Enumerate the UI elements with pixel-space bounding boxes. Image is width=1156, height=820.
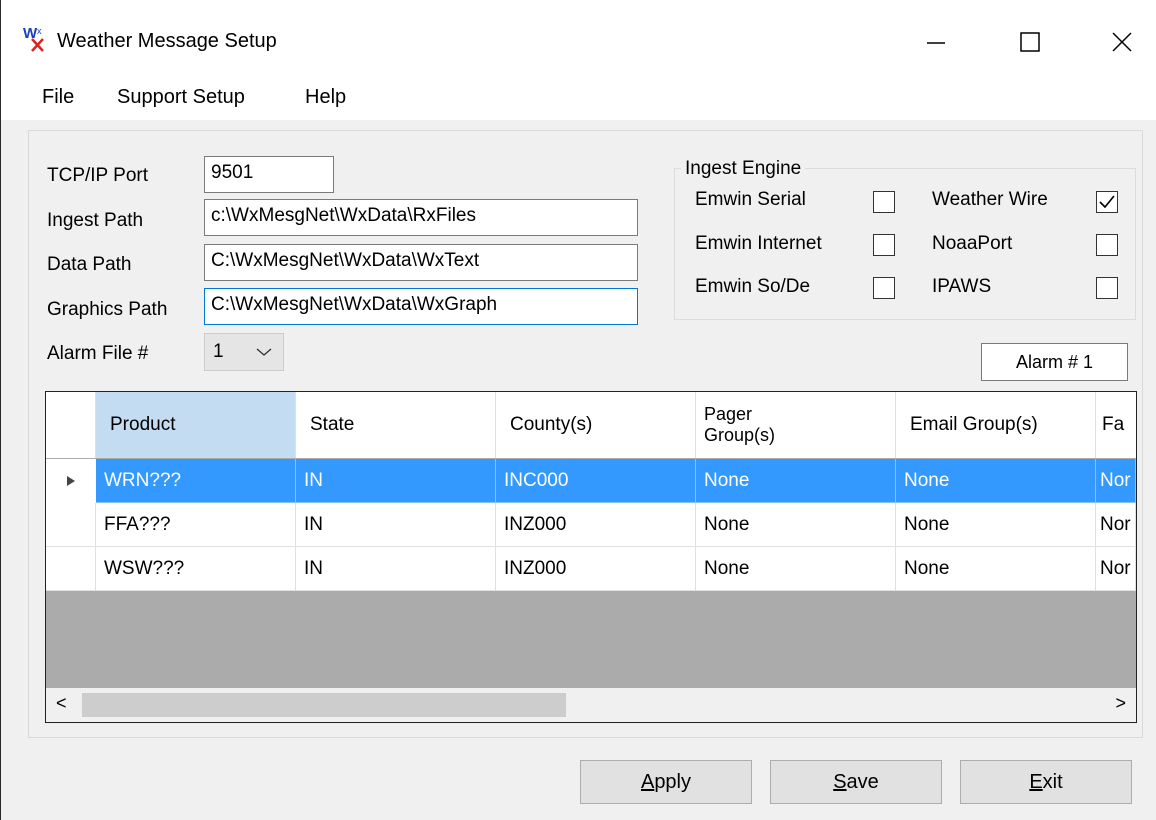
cell-pager-groups[interactable]: None xyxy=(696,459,896,503)
cell-pager-groups[interactable]: None xyxy=(696,503,896,547)
title-bar: W x Weather Message Setup xyxy=(1,0,1156,78)
alarm-number-indicator: Alarm # 1 xyxy=(981,343,1128,381)
ingest-path-field[interactable]: c:\WxMesgNet\WxData\RxFiles xyxy=(204,199,638,236)
noaaport-label: NoaaPort xyxy=(932,233,1013,254)
cell-counties[interactable]: INZ000 xyxy=(496,547,696,591)
save-button[interactable]: Save xyxy=(770,760,942,804)
close-icon xyxy=(1112,32,1132,52)
weather-wire-label: Weather Wire xyxy=(932,189,1048,210)
tcp-port-label: TCP/IP Port xyxy=(47,165,149,186)
menu-support-setup[interactable]: Support Setup xyxy=(117,86,245,109)
alarm-grid[interactable]: Product State County(s) Pager Group(s) E… xyxy=(45,391,1137,723)
emwin-internet-label: Emwin Internet xyxy=(695,233,822,254)
column-header-product[interactable]: Product xyxy=(96,392,296,458)
app-icon: W x xyxy=(23,25,44,52)
table-row[interactable]: FFA??? IN INZ000 None None Nor xyxy=(46,503,1136,547)
table-row[interactable]: WSW??? IN INZ000 None None Nor xyxy=(46,547,1136,591)
cell-counties[interactable]: INC000 xyxy=(496,459,696,503)
minimize-button[interactable] xyxy=(901,14,971,70)
maximize-icon xyxy=(1020,32,1040,52)
column-header-counties[interactable]: County(s) xyxy=(496,392,696,458)
close-button[interactable] xyxy=(1087,14,1156,70)
row-header-corner xyxy=(46,392,96,458)
noaaport-checkbox[interactable] xyxy=(1096,234,1118,256)
graphics-path-field[interactable]: C:\WxMesgNet\WxData\WxGraph xyxy=(204,288,638,325)
cell-state[interactable]: IN xyxy=(296,547,496,591)
weather-wire-checkbox[interactable] xyxy=(1096,191,1118,213)
row-header[interactable] xyxy=(46,503,96,547)
cell-fax[interactable]: Nor xyxy=(1096,503,1136,547)
row-header[interactable] xyxy=(46,547,96,591)
alarm-file-select[interactable]: 1 xyxy=(204,333,284,371)
horizontal-scrollbar[interactable]: < > xyxy=(46,688,1136,722)
current-row-arrow-icon xyxy=(66,475,75,486)
save-label: ave xyxy=(846,770,879,793)
emwin-internet-checkbox[interactable] xyxy=(873,234,895,256)
tcp-port-field[interactable]: 9501 xyxy=(204,156,334,193)
emwin-serial-checkbox[interactable] xyxy=(873,191,895,213)
ipaws-checkbox[interactable] xyxy=(1096,277,1118,299)
column-header-pager-groups[interactable]: Pager Group(s) xyxy=(696,392,896,458)
data-path-label: Data Path xyxy=(47,254,132,275)
exit-button[interactable]: Exit xyxy=(960,760,1132,804)
graphics-path-label: Graphics Path xyxy=(47,299,168,320)
table-row[interactable]: WRN??? IN INC000 None None Nor xyxy=(46,459,1136,503)
menu-file[interactable]: File xyxy=(42,86,74,109)
column-header-email-groups[interactable]: Email Group(s) xyxy=(896,392,1096,458)
cell-counties[interactable]: INZ000 xyxy=(496,503,696,547)
cell-pager-groups[interactable]: None xyxy=(696,547,896,591)
column-header-fax[interactable]: Fa xyxy=(1096,392,1136,458)
ingest-path-label: Ingest Path xyxy=(47,210,144,231)
window-title: Weather Message Setup xyxy=(57,30,277,52)
row-header[interactable] xyxy=(46,459,96,503)
menu-help[interactable]: Help xyxy=(305,86,346,109)
cell-email-groups[interactable]: None xyxy=(896,547,1096,591)
scrollbar-thumb[interactable] xyxy=(82,693,566,717)
minimize-icon xyxy=(927,42,945,44)
scroll-left-button[interactable]: < xyxy=(56,693,67,714)
apply-label: pply xyxy=(654,770,692,793)
cell-email-groups[interactable]: None xyxy=(896,459,1096,503)
cell-fax[interactable]: Nor xyxy=(1096,547,1136,591)
alarm-file-value: 1 xyxy=(213,341,224,362)
cell-product[interactable]: FFA??? xyxy=(96,503,296,547)
svg-text:W: W xyxy=(23,25,38,42)
maximize-button[interactable] xyxy=(995,14,1065,70)
cell-state[interactable]: IN xyxy=(296,459,496,503)
ipaws-label: IPAWS xyxy=(932,276,992,297)
cell-email-groups[interactable]: None xyxy=(896,503,1096,547)
emwin-serial-label: Emwin Serial xyxy=(695,189,806,210)
setup-window: W x Weather Message Setup File Support S… xyxy=(0,0,1156,820)
cell-product[interactable]: WRN??? xyxy=(96,459,296,503)
emwin-sode-checkbox[interactable] xyxy=(873,277,895,299)
chevron-down-icon xyxy=(256,348,272,356)
exit-mnemonic: E xyxy=(1029,770,1043,793)
svg-text:x: x xyxy=(37,26,42,36)
checkmark-icon xyxy=(1099,195,1115,209)
apply-button[interactable]: Apply xyxy=(580,760,752,804)
ingest-engine-title: Ingest Engine xyxy=(681,158,806,180)
exit-label: xit xyxy=(1042,770,1063,793)
cell-fax[interactable]: Nor xyxy=(1096,459,1136,503)
menu-bar: File Support Setup Help xyxy=(1,78,1156,120)
column-header-state[interactable]: State xyxy=(296,392,496,458)
emwin-sode-label: Emwin So/De xyxy=(695,276,811,297)
data-path-field[interactable]: C:\WxMesgNet\WxData\WxText xyxy=(204,244,638,281)
cell-state[interactable]: IN xyxy=(296,503,496,547)
scroll-right-button[interactable]: > xyxy=(1115,693,1126,714)
cell-product[interactable]: WSW??? xyxy=(96,547,296,591)
alarm-file-label: Alarm File # xyxy=(47,343,149,364)
save-mnemonic: S xyxy=(833,770,847,793)
apply-mnemonic: A xyxy=(640,770,655,793)
